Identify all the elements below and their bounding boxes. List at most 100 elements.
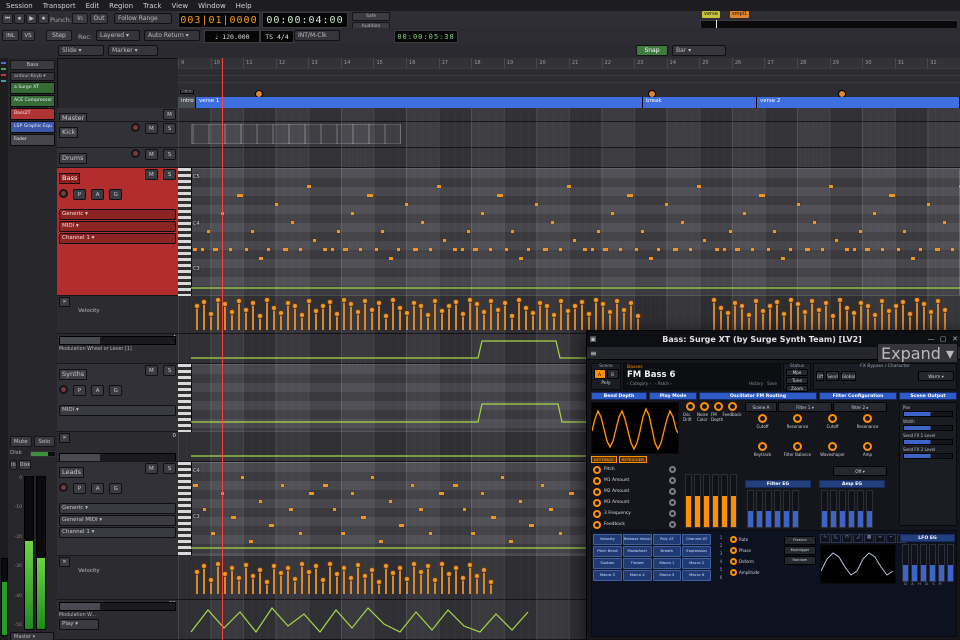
osc-toggle[interactable]: KEYTRACK xyxy=(591,456,617,463)
mixer-slider[interactable] xyxy=(721,474,728,528)
lfo-trigger-button[interactable]: Random xyxy=(784,556,816,565)
mute-button[interactable]: M xyxy=(144,149,158,160)
lfo-shape-button[interactable]: ◺ xyxy=(831,534,841,543)
mod-source-button[interactable]: Macro 6 xyxy=(682,570,711,581)
track-name[interactable]: Leads xyxy=(59,467,85,478)
close-lane-button[interactable]: ✕ xyxy=(59,557,70,567)
piano-keys-leads[interactable] xyxy=(178,462,192,556)
mod-source-button[interactable]: Macro 2 xyxy=(682,558,711,569)
lfo-shape-button[interactable]: ◿ xyxy=(853,534,863,543)
filter2-type-dropdown[interactable]: filter 2 ▸ xyxy=(833,402,887,412)
mod-source-button[interactable]: Macro 5 xyxy=(652,570,682,581)
plugin-window-surge-xt[interactable]: ▣ Bass: Surge XT (by Surge Synth Team) [… xyxy=(586,330,960,640)
solo-button[interactable]: S xyxy=(163,123,176,134)
mixer-slider[interactable] xyxy=(712,474,719,528)
hamburger-menu-icon[interactable]: ≡ xyxy=(590,349,597,358)
filter-control[interactable]: Filter Balance xyxy=(780,442,815,457)
edit-mode-dropdown[interactable]: Slide ▾ xyxy=(58,45,104,56)
monitor-button[interactable]: In xyxy=(10,460,17,470)
menu-item[interactable]: Session xyxy=(6,2,33,10)
menu-item[interactable]: Window xyxy=(198,2,226,10)
eg-slider[interactable] xyxy=(839,490,846,528)
eg-slider[interactable] xyxy=(783,490,790,528)
fx-bypass-button[interactable]: Off xyxy=(816,371,825,381)
lfo-shape-button[interactable]: ⌁ xyxy=(886,534,896,543)
auto-return-dropdown[interactable]: Auto Return ▾ xyxy=(144,30,200,41)
lfo-select-button[interactable]: 5 xyxy=(716,566,726,574)
menu-item[interactable]: Edit xyxy=(86,2,100,10)
lane-fader[interactable] xyxy=(59,602,176,611)
automation-button[interactable]: A xyxy=(91,385,105,396)
playhead[interactable] xyxy=(222,58,223,640)
mixer-slider[interactable] xyxy=(694,474,701,528)
record-enable[interactable] xyxy=(130,123,140,132)
transport-button[interactable]: ⏹ xyxy=(14,13,25,24)
mixer-slider[interactable] xyxy=(685,474,692,528)
transport-toggle[interactable]: Safe xyxy=(352,12,390,21)
lane-header-bass-velocity[interactable]: ✕ Velocity xyxy=(57,296,178,334)
eg-slider[interactable] xyxy=(765,490,772,528)
filter-scene-mini[interactable]: Scene A xyxy=(745,402,777,412)
filter1-type-dropdown[interactable]: Filter 1 ▾ xyxy=(778,402,832,412)
track-name[interactable]: Master xyxy=(59,113,88,121)
play-mode-value[interactable]: Poly xyxy=(592,381,620,386)
lfo-shape-button[interactable]: ∿ xyxy=(820,534,830,543)
scene-b-button[interactable]: B xyxy=(606,369,619,379)
lfo-shape-button[interactable]: ▦ xyxy=(864,534,874,543)
lfo-shape-button[interactable]: ≈ xyxy=(875,534,885,543)
eg-slider[interactable] xyxy=(902,544,909,582)
eg-slider[interactable] xyxy=(792,490,799,528)
track-name[interactable]: Synths xyxy=(59,369,88,380)
solo-button[interactable]: S xyxy=(163,463,176,474)
mod-source-button[interactable]: Sustain xyxy=(593,558,622,569)
automation-button[interactable]: A xyxy=(91,483,105,494)
strip-input-button[interactable]: ardour:Keyb ▾ xyxy=(10,72,55,81)
eg-slider[interactable] xyxy=(821,490,828,528)
patch-name[interactable]: FM Bass 6 xyxy=(624,370,780,380)
inl-toggle[interactable]: INL xyxy=(2,30,19,41)
save-button[interactable]: Save xyxy=(767,381,777,386)
track-dropdown[interactable]: MIDI ▾ xyxy=(59,405,176,416)
mod-source-button[interactable]: Macro 1 xyxy=(652,558,682,569)
solo-button[interactable]: S xyxy=(163,365,176,376)
rec-mode-dropdown[interactable]: Layered ▾ xyxy=(96,30,140,41)
lfo-param-knob[interactable]: Amplitude xyxy=(730,567,780,578)
status-button[interactable]: Mpe xyxy=(786,369,808,376)
output-slider[interactable]: Width xyxy=(903,419,953,431)
track-dropdown[interactable]: Generic ▾ xyxy=(59,209,176,220)
record-enable[interactable] xyxy=(130,149,140,158)
mute-button[interactable]: M xyxy=(144,463,158,474)
solo-button[interactable]: Solo xyxy=(33,436,55,447)
lfo-select-button[interactable]: 1 xyxy=(716,534,726,542)
scene-knob[interactable]: Osc Drift xyxy=(683,402,697,422)
edit-point-dropdown[interactable]: Marker ▾ xyxy=(108,45,158,56)
playlist-button[interactable]: P xyxy=(73,483,87,494)
minimize-button[interactable]: — xyxy=(925,335,937,343)
lfo-select-button[interactable]: 2 xyxy=(716,542,726,550)
processor[interactable]: Bass2T xyxy=(10,108,55,120)
primary-clock[interactable]: 003|01|0000 xyxy=(178,12,260,28)
menu-item[interactable]: View xyxy=(171,2,188,10)
mod-source-button[interactable]: Channel AT xyxy=(682,534,711,545)
menu-item[interactable]: Transport xyxy=(43,2,76,10)
waveshaper-dropdown[interactable]: Off ▾ xyxy=(833,466,887,476)
filter-knob[interactable]: Resonance xyxy=(780,414,815,429)
mute-button[interactable]: M xyxy=(144,365,158,376)
mute-button[interactable]: Mute xyxy=(10,436,32,447)
eg-slider[interactable] xyxy=(857,490,864,528)
region-bass-midi[interactable] xyxy=(191,168,960,296)
solo-button[interactable]: S xyxy=(163,149,176,160)
close-lane-button[interactable]: ✕ xyxy=(59,297,70,307)
mute-button[interactable]: M xyxy=(144,123,158,134)
lfo-select-button[interactable]: 6 xyxy=(716,574,726,582)
lfo-select-button[interactable]: 4 xyxy=(716,558,726,566)
eg-slider[interactable] xyxy=(848,490,855,528)
eg-slider[interactable] xyxy=(756,490,763,528)
patch-prev-next[interactable]: ‹ Patch › xyxy=(655,381,672,386)
processor[interactable]: Fader xyxy=(10,134,55,146)
arrangement-section[interactable]: break xyxy=(643,97,757,108)
lfo-param-knob[interactable]: Rate xyxy=(730,534,780,545)
mixer-slider[interactable] xyxy=(703,474,710,528)
eg-slider[interactable] xyxy=(920,544,927,582)
range-clock[interactable]: 00:00:05:38 xyxy=(394,30,458,43)
